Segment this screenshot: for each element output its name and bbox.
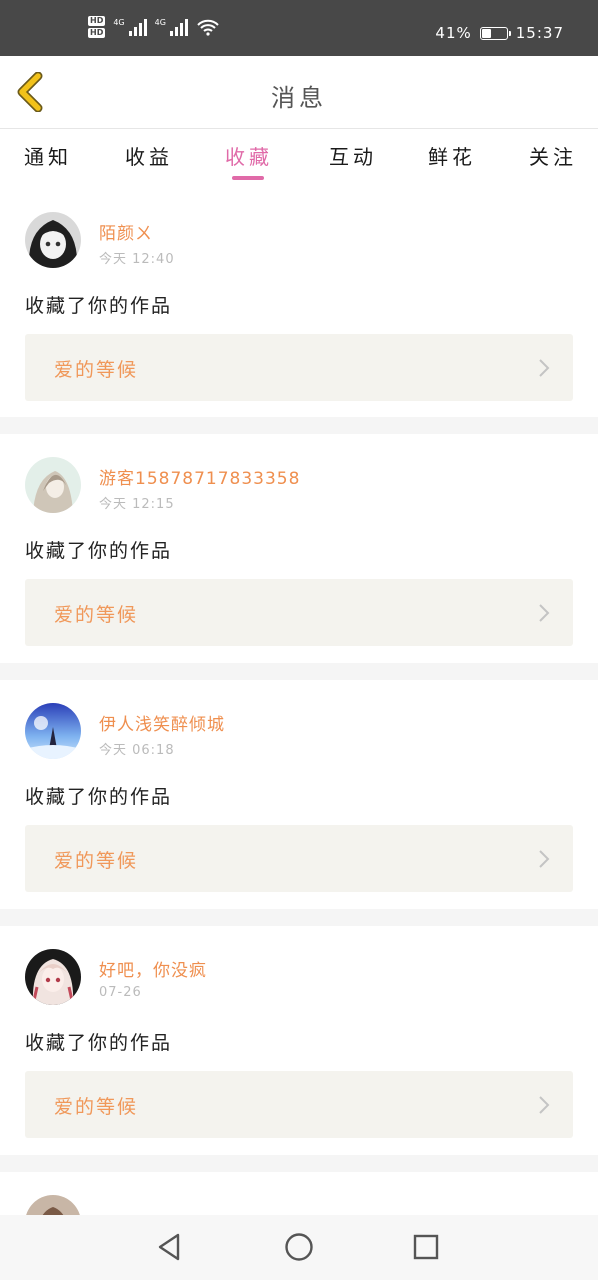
list-item: 伊人浅笑醉倾城 今天 06:18 收藏了你的作品 爱的等候: [0, 680, 598, 909]
action-text: 收藏了你的作品: [25, 540, 173, 562]
avatar[interactable]: [25, 212, 81, 268]
status-bar: HD HD 4G 4G 41% 15:37: [0, 0, 598, 56]
tab-favorites[interactable]: 收藏: [225, 141, 273, 170]
back-triangle-icon[interactable]: [154, 1231, 186, 1263]
signal-bars-icon: [128, 18, 147, 36]
wifi-icon: [197, 19, 219, 36]
battery-icon: [479, 26, 511, 40]
work-title: 爱的等候: [54, 359, 139, 381]
action-text: 收藏了你的作品: [25, 295, 173, 317]
action-text: 收藏了你的作品: [25, 1032, 173, 1054]
username[interactable]: 陌颜ㄨ: [99, 219, 153, 244]
home-circle-icon[interactable]: [283, 1231, 315, 1263]
recents-square-icon[interactable]: [410, 1231, 442, 1263]
active-tab-indicator: [232, 176, 264, 180]
list-item: 游客15878717833358 今天 12:15 收藏了你的作品 爱的等候: [0, 434, 598, 663]
timestamp: 07-26: [99, 985, 142, 1000]
hd-badge: HD: [88, 28, 106, 38]
avatar[interactable]: [25, 703, 81, 759]
work-link[interactable]: 爱的等候: [25, 334, 573, 401]
work-title: 爱的等候: [54, 850, 139, 872]
tab-notifications[interactable]: 通知: [24, 141, 72, 170]
hd-badge: HD: [88, 16, 106, 26]
username[interactable]: 游客15878717833358: [99, 464, 300, 489]
network-type: 4G: [154, 17, 166, 27]
network-type: 4G: [113, 17, 125, 27]
chevron-right-icon: [539, 850, 550, 868]
tab-following[interactable]: 关注: [529, 141, 577, 170]
tab-interactions[interactable]: 互动: [329, 141, 377, 170]
list-item: 陌颜ㄨ 今天 12:40 收藏了你的作品 爱的等候: [0, 189, 598, 417]
chevron-right-icon: [539, 1096, 550, 1114]
work-title: 爱的等候: [54, 1096, 139, 1118]
message-list: 陌颜ㄨ 今天 12:40 收藏了你的作品 爱的等候 游客158787178333…: [0, 189, 598, 1252]
chevron-right-icon: [539, 604, 550, 622]
action-text: 收藏了你的作品: [25, 786, 173, 808]
username[interactable]: 好吧，你没疯: [99, 956, 207, 981]
timestamp: 今天 12:40: [99, 252, 175, 267]
username[interactable]: 伊人浅笑醉倾城: [99, 710, 225, 735]
tab-flowers[interactable]: 鲜花: [428, 141, 476, 170]
avatar[interactable]: [25, 457, 81, 513]
work-link[interactable]: 爱的等候: [25, 1071, 573, 1138]
chevron-right-icon: [539, 359, 550, 377]
page-title: 消息: [271, 84, 327, 112]
tab-earnings[interactable]: 收益: [125, 141, 173, 170]
work-link[interactable]: 爱的等候: [25, 579, 573, 646]
nav-header: 消息: [0, 56, 598, 129]
tab-bar: 通知 收益 收藏 互动 鲜花 关注: [0, 129, 598, 189]
clock: 15:37: [515, 24, 564, 42]
system-nav-bar: [0, 1215, 598, 1280]
timestamp: 今天 12:15: [99, 497, 175, 512]
battery-percent: 41%: [435, 24, 472, 42]
timestamp: 今天 06:18: [99, 743, 175, 758]
work-title: 爱的等候: [54, 604, 139, 626]
signal-indicators: HD HD 4G 4G: [88, 16, 220, 38]
signal-bars-icon: [169, 18, 188, 36]
list-item: 好吧，你没疯 07-26 收藏了你的作品 爱的等候: [0, 926, 598, 1155]
work-link[interactable]: 爱的等候: [25, 825, 573, 892]
avatar[interactable]: [25, 949, 81, 1005]
